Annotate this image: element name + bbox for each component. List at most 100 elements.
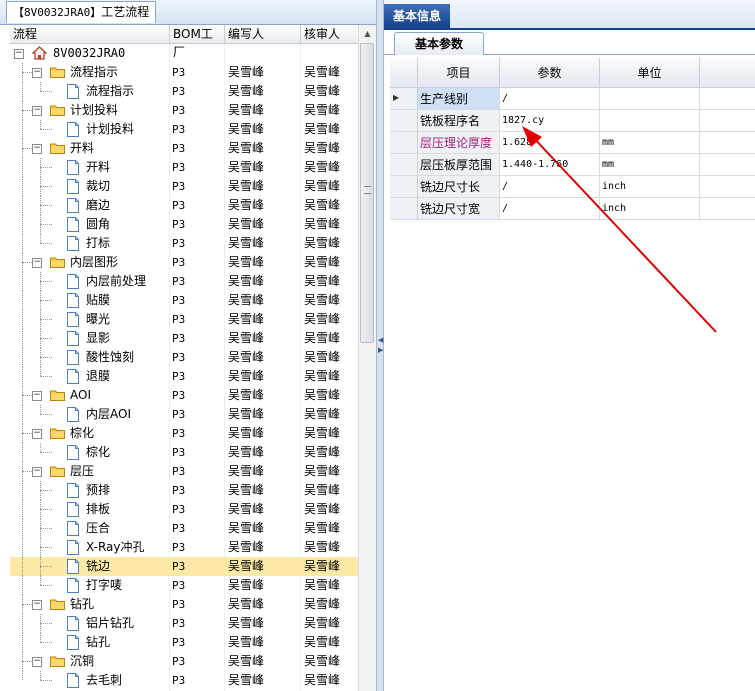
- tree-row[interactable]: − 流程指示 P3 吴雪峰 吴雪峰: [10, 63, 358, 82]
- tree-row[interactable]: 计划投料 P3 吴雪峰 吴雪峰: [10, 120, 358, 139]
- param-row[interactable]: 层压理论厚度 1.628 mm: [390, 132, 755, 154]
- tree-row[interactable]: 圆角 P3 吴雪峰 吴雪峰: [10, 215, 358, 234]
- col-header-reviewer[interactable]: 核审人: [301, 25, 358, 43]
- folder-icon: [50, 598, 65, 610]
- param-value-cell[interactable]: 1827.cy: [500, 110, 600, 132]
- reviewer-cell: 吴雪峰: [304, 179, 341, 193]
- document-icon: [67, 673, 79, 688]
- col-header-bom-factory[interactable]: BOM工厂: [170, 25, 225, 59]
- collapse-toggle-icon[interactable]: −: [32, 391, 42, 401]
- collapse-toggle-icon[interactable]: −: [32, 144, 42, 154]
- reviewer-cell: 吴雪峰: [304, 616, 341, 630]
- tree-row[interactable]: 贴膜 P3 吴雪峰 吴雪峰: [10, 291, 358, 310]
- tree-row[interactable]: 排板 P3 吴雪峰 吴雪峰: [10, 500, 358, 519]
- tree-row[interactable]: 显影 P3 吴雪峰 吴雪峰: [10, 329, 358, 348]
- param-empty-cell: [700, 110, 755, 132]
- tree-scrollbar[interactable]: ▲: [358, 25, 376, 691]
- tree-row[interactable]: − 开料 P3 吴雪峰 吴雪峰: [10, 139, 358, 158]
- tree-row[interactable]: − 8V0032JRA0: [10, 44, 358, 63]
- param-row[interactable]: ▶ 生产线别 /: [390, 88, 755, 110]
- tree-row[interactable]: 内层前处理 P3 吴雪峰 吴雪峰: [10, 272, 358, 291]
- tree-row[interactable]: 退膜 P3 吴雪峰 吴雪峰: [10, 367, 358, 386]
- tree-row[interactable]: − AOI P3 吴雪峰 吴雪峰: [10, 386, 358, 405]
- row-indicator[interactable]: [390, 110, 418, 132]
- collapse-toggle-icon[interactable]: −: [32, 467, 42, 477]
- param-value-cell[interactable]: 1.628: [500, 132, 600, 154]
- param-value-cell[interactable]: 1.440-1.760: [500, 154, 600, 176]
- collapse-toggle-icon[interactable]: −: [32, 657, 42, 667]
- tree-row[interactable]: 铝片钻孔 P3 吴雪峰 吴雪峰: [10, 614, 358, 633]
- tree-node-label: 钻孔: [70, 597, 95, 611]
- param-value-cell[interactable]: /: [500, 176, 600, 198]
- param-value-cell[interactable]: /: [500, 198, 600, 220]
- col-header-unit[interactable]: 单位: [600, 58, 700, 88]
- tab-basic-params[interactable]: 基本参数: [394, 32, 484, 55]
- document-icon: [67, 502, 79, 517]
- row-indicator[interactable]: [390, 176, 418, 198]
- tree-row[interactable]: − 沉铜 P3 吴雪峰 吴雪峰: [10, 652, 358, 671]
- param-row[interactable]: 层压板厚范围 1.440-1.760 mm: [390, 154, 755, 176]
- folder-icon: [50, 655, 65, 667]
- left-tabbar: 【8V0032JRA0】工艺流程: [0, 0, 376, 25]
- scroll-thumb[interactable]: [360, 43, 374, 343]
- row-indicator[interactable]: ▶: [390, 88, 418, 110]
- tree-row[interactable]: X-Ray冲孔 P3 吴雪峰 吴雪峰: [10, 538, 358, 557]
- tree-row[interactable]: 钻孔 P3 吴雪峰 吴雪峰: [10, 633, 358, 652]
- collapse-left-icon[interactable]: ◀: [378, 336, 383, 344]
- collapse-toggle-icon[interactable]: −: [32, 429, 42, 439]
- tree-row[interactable]: − 层压 P3 吴雪峰 吴雪峰: [10, 462, 358, 481]
- tree-row[interactable]: 磨边 P3 吴雪峰 吴雪峰: [10, 196, 358, 215]
- col-header-item[interactable]: 项目: [418, 58, 500, 88]
- tree-row[interactable]: 曝光 P3 吴雪峰 吴雪峰: [10, 310, 358, 329]
- tree-row[interactable]: − 棕化 P3 吴雪峰 吴雪峰: [10, 424, 358, 443]
- col-header-value[interactable]: 参数: [500, 58, 600, 88]
- tree-row-selected[interactable]: 铣边 P3 吴雪峰 吴雪峰: [10, 557, 358, 576]
- reviewer-cell: 吴雪峰: [304, 198, 341, 212]
- param-row[interactable]: 铣边尺寸宽 / inch: [390, 198, 755, 220]
- reviewer-cell: 吴雪峰: [304, 331, 341, 345]
- tree-row[interactable]: − 内层图形 P3 吴雪峰 吴雪峰: [10, 253, 358, 272]
- tree-node-label: AOI: [70, 388, 91, 402]
- writer-cell: 吴雪峰: [228, 673, 265, 687]
- tree-row[interactable]: 棕化 P3 吴雪峰 吴雪峰: [10, 443, 358, 462]
- tab-process-flow[interactable]: 【8V0032JRA0】工艺流程: [6, 1, 157, 23]
- tree-row[interactable]: 打标 P3 吴雪峰 吴雪峰: [10, 234, 358, 253]
- row-indicator[interactable]: [390, 198, 418, 220]
- bom-factory-cell: P3: [172, 332, 186, 345]
- tree-row[interactable]: 裁切 P3 吴雪峰 吴雪峰: [10, 177, 358, 196]
- tree-row[interactable]: 内层AOI P3 吴雪峰 吴雪峰: [10, 405, 358, 424]
- col-header-process[interactable]: 流程: [10, 25, 170, 43]
- collapse-toggle-icon[interactable]: −: [32, 106, 42, 116]
- row-indicator[interactable]: [390, 154, 418, 176]
- collapse-toggle-icon[interactable]: −: [32, 258, 42, 268]
- col-header-writer[interactable]: 编写人: [225, 25, 301, 43]
- writer-cell: 吴雪峰: [228, 616, 265, 630]
- param-value-cell[interactable]: /: [500, 88, 600, 110]
- document-icon: [67, 293, 79, 308]
- param-row[interactable]: 铣板程序名 1827.cy: [390, 110, 755, 132]
- param-row[interactable]: 铣边尺寸长 / inch: [390, 176, 755, 198]
- tree-row[interactable]: 压合 P3 吴雪峰 吴雪峰: [10, 519, 358, 538]
- collapse-toggle-icon[interactable]: −: [14, 49, 24, 59]
- collapse-toggle-icon[interactable]: −: [32, 68, 42, 78]
- panel-splitter[interactable]: ◀ ▶: [376, 0, 384, 691]
- row-indicator[interactable]: [390, 132, 418, 154]
- tree-row[interactable]: 去毛刺 P3 吴雪峰 吴雪峰: [10, 671, 358, 690]
- bom-factory-cell: P3: [172, 85, 186, 98]
- tree-row[interactable]: − 钻孔 P3 吴雪峰 吴雪峰: [10, 595, 358, 614]
- tree-row[interactable]: 开料 P3 吴雪峰 吴雪峰: [10, 158, 358, 177]
- collapse-right-icon[interactable]: ▶: [378, 346, 383, 354]
- reviewer-cell: 吴雪峰: [304, 141, 341, 155]
- tree-node-label: 铣边: [86, 559, 111, 573]
- tree-row[interactable]: 流程指示 P3 吴雪峰 吴雪峰: [10, 82, 358, 101]
- tree-node-label: 裁切: [86, 179, 111, 193]
- param-empty-cell: [700, 132, 755, 154]
- scroll-up-icon[interactable]: ▲: [359, 25, 376, 42]
- tree-row[interactable]: 预排 P3 吴雪峰 吴雪峰: [10, 481, 358, 500]
- collapse-toggle-icon[interactable]: −: [32, 600, 42, 610]
- tree-row[interactable]: 打字唛 P3 吴雪峰 吴雪峰: [10, 576, 358, 595]
- tree-row[interactable]: − 计划投料 P3 吴雪峰 吴雪峰: [10, 101, 358, 120]
- writer-cell: 吴雪峰: [228, 217, 265, 231]
- tree-row[interactable]: 酸性蚀刻 P3 吴雪峰 吴雪峰: [10, 348, 358, 367]
- tab-basic-info[interactable]: 基本信息: [384, 4, 450, 28]
